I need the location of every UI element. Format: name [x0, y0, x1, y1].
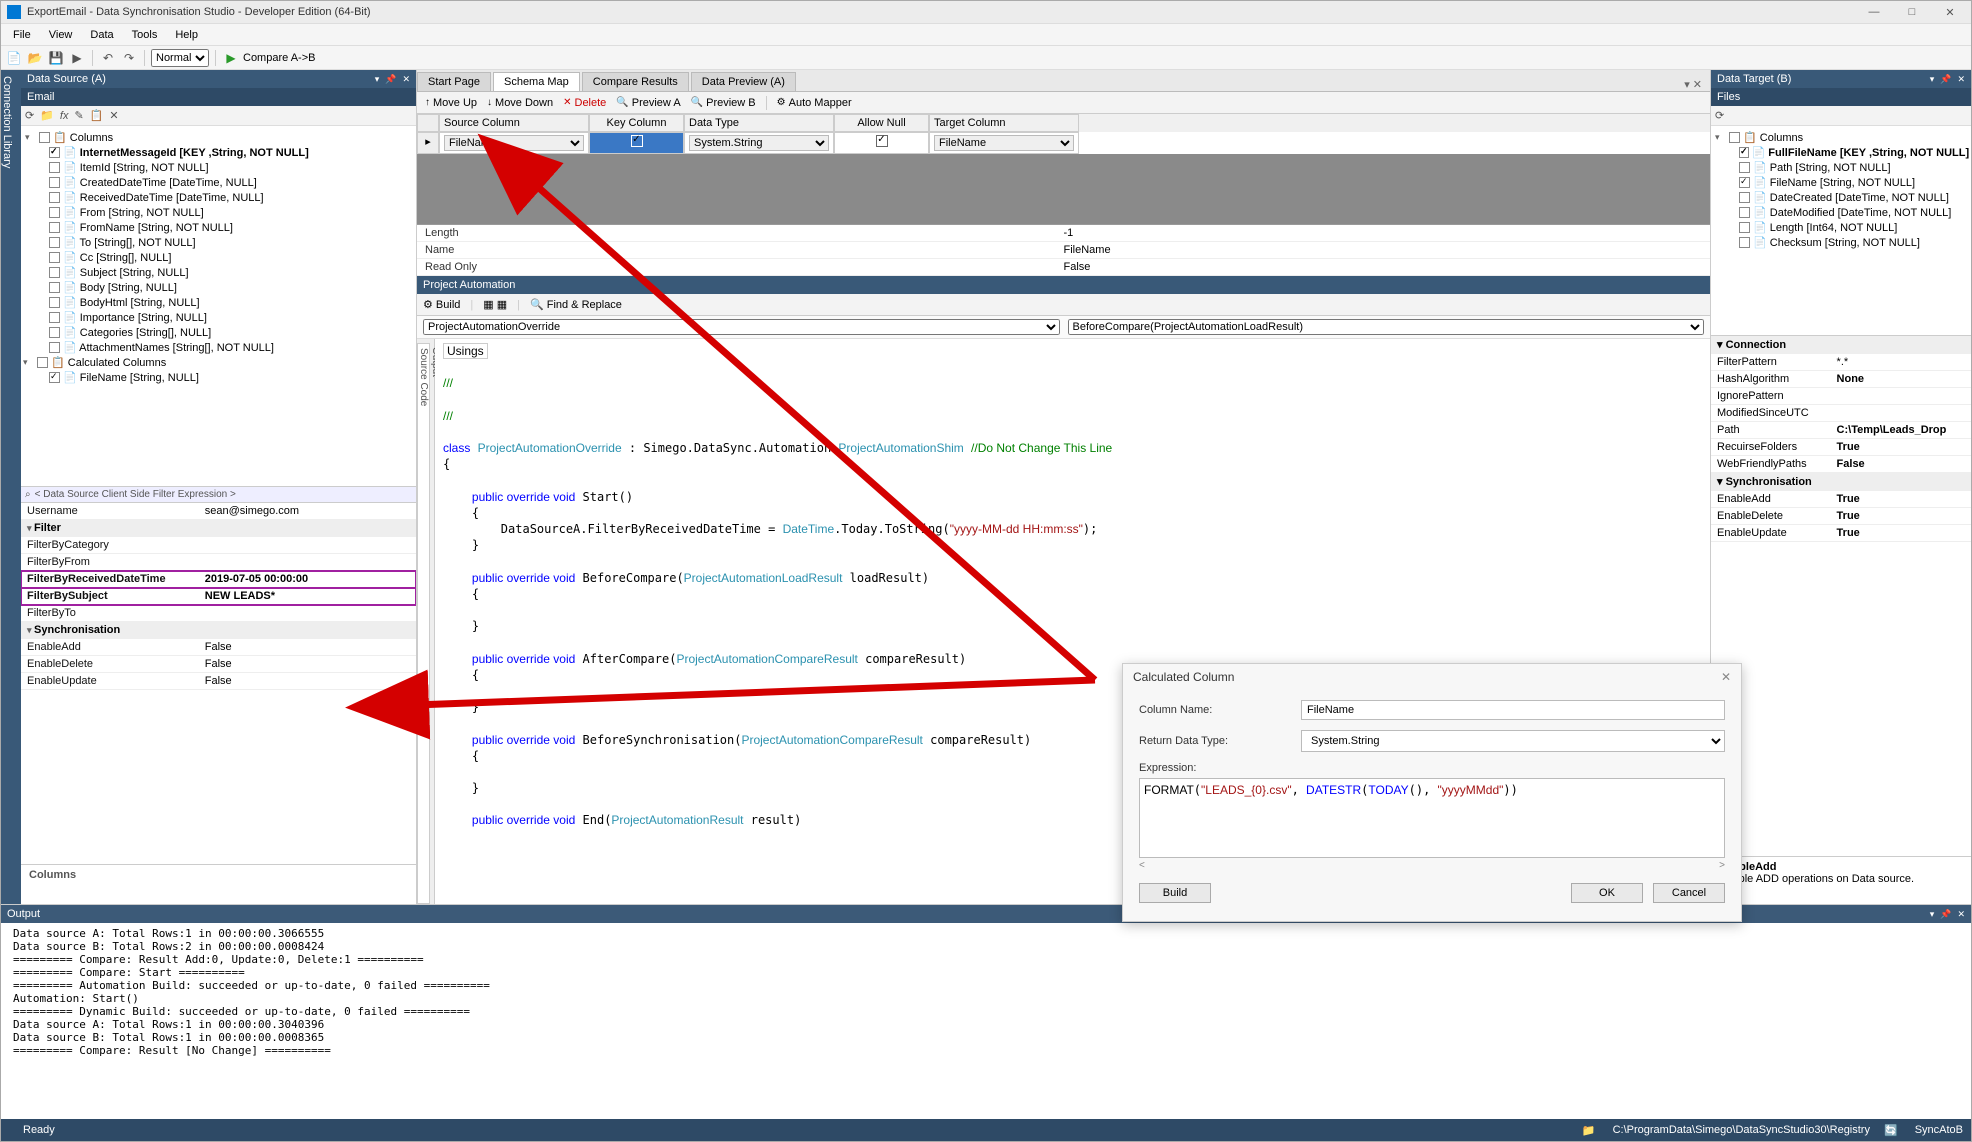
email-subheader: Email: [21, 88, 416, 106]
fx-icon[interactable]: fx: [60, 110, 69, 122]
panel-close-icon[interactable]: ✕: [402, 74, 410, 85]
delete-icon[interactable]: ✕: [109, 109, 118, 122]
target-column-select[interactable]: FileName: [934, 135, 1074, 151]
return-type-label: Return Data Type:: [1139, 735, 1289, 747]
schema-action-bar: ↑Move Up ↓Move Down ✕Delete 🔍Preview A 🔍…: [417, 92, 1710, 114]
output-log[interactable]: Data source A: Total Rows:1 in 00:00:00.…: [1, 923, 1971, 1119]
header-target-column: Target Column: [929, 114, 1079, 132]
expression-label: Expression:: [1139, 762, 1289, 774]
column-name-input[interactable]: [1301, 700, 1725, 720]
action-preview-b[interactable]: 🔍Preview B: [691, 97, 756, 109]
main-toolbar: 📄 📂 💾 ▶ ↶ ↷ Normal ▶ Compare A->B: [1, 46, 1971, 70]
maximize-button[interactable]: □: [1897, 6, 1927, 19]
tabs-dropdown-icon[interactable]: ▾ ✕: [1676, 78, 1710, 91]
connection-description: EnableAdd Enable ADD operations on Data …: [1711, 856, 1971, 904]
menu-help[interactable]: Help: [167, 27, 206, 43]
status-sync: 🔄 SyncAtoB: [1884, 1124, 1963, 1137]
pa-build-button[interactable]: ⚙ Build: [423, 298, 460, 311]
project-automation-header: Project Automation: [417, 276, 1710, 294]
code-tabs[interactable]: Source Code Output: [417, 339, 435, 904]
copy-icon[interactable]: 📋: [90, 109, 104, 122]
header-allow-null: Allow Null: [834, 114, 929, 132]
pa-toolbar: ⚙ Build | ▦ ▦ | 🔍 Find & Replace: [417, 294, 1710, 316]
sidebar-tab-connection-library[interactable]: Connection Library: [1, 70, 21, 904]
action-move-up[interactable]: ↑Move Up: [425, 97, 477, 109]
data-target-b-header: Data Target (B) ▾📌✕: [1711, 70, 1971, 88]
header-source-column: Source Column: [439, 114, 589, 132]
cancel-button[interactable]: Cancel: [1653, 883, 1725, 903]
target-columns-tree[interactable]: ▾ 📋 Columns 📄 FullFileName [KEY ,String,…: [1711, 126, 1971, 336]
ok-button[interactable]: OK: [1571, 883, 1643, 903]
filter-expression-bar[interactable]: ⌕ < Data Source Client Side Filter Expre…: [21, 487, 416, 503]
toolbar-new-icon[interactable]: 📄: [5, 49, 23, 67]
menubar: File View Data Tools Help: [1, 24, 1971, 46]
toolbar-open-icon[interactable]: 📂: [26, 49, 44, 67]
tab-schema-map[interactable]: Schema Map: [493, 72, 580, 91]
dialog-close-icon[interactable]: ✕: [1721, 670, 1731, 684]
source-columns-tree[interactable]: ▾ 📋 Columns 📄 InternetMessageId [KEY ,St…: [21, 126, 416, 486]
files-subheader: Files: [1711, 88, 1971, 106]
pa-method-select[interactable]: BeforeCompare(ProjectAutomationLoadResul…: [1068, 319, 1705, 335]
window-title: ExportEmail - Data Synchronisation Studi…: [27, 6, 1859, 18]
close-button[interactable]: ✕: [1935, 6, 1965, 19]
property-grid[interactable]: Usernamesean@simego.comFilterFilterByCat…: [21, 503, 416, 690]
build-button[interactable]: Build: [1139, 883, 1211, 903]
toolbar-mode-select[interactable]: Normal: [151, 49, 209, 67]
refresh-icon[interactable]: ⟳: [1715, 109, 1724, 122]
toolbar-undo-icon[interactable]: ↶: [99, 49, 117, 67]
row-indicator-icon: ▸: [417, 132, 439, 154]
tab-data-preview[interactable]: Data Preview (A): [691, 72, 796, 91]
menu-tools[interactable]: Tools: [124, 27, 166, 43]
calculated-column-dialog: Calculated Column ✕ Column Name: Return …: [1122, 663, 1742, 922]
menu-view[interactable]: View: [41, 27, 81, 43]
action-preview-a[interactable]: 🔍Preview A: [616, 97, 680, 109]
key-column-checkbox[interactable]: [631, 135, 643, 147]
target-mini-toolbar: ⟳: [1711, 106, 1971, 126]
dialog-title: Calculated Column: [1133, 670, 1234, 684]
column-name-label: Column Name:: [1139, 704, 1289, 716]
tab-compare-results[interactable]: Compare Results: [582, 72, 689, 91]
toolbar-save-icon[interactable]: 💾: [47, 49, 65, 67]
app-icon: [7, 5, 21, 19]
minimize-button[interactable]: —: [1859, 6, 1889, 19]
menu-data[interactable]: Data: [82, 27, 121, 43]
tab-start-page[interactable]: Start Page: [417, 72, 491, 91]
titlebar: ExportEmail - Data Synchronisation Studi…: [1, 1, 1971, 24]
toolbar-run-icon[interactable]: ▶: [68, 49, 86, 67]
source-column-select[interactable]: FileName: [444, 135, 584, 151]
panel-dropdown-icon[interactable]: ▾: [375, 74, 380, 85]
status-path: 📁 C:\ProgramData\Simego\DataSyncStudio30…: [1582, 1124, 1870, 1137]
center-tabs: Start Page Schema Map Compare Results Da…: [417, 70, 1710, 92]
panel-pin-icon[interactable]: 📌: [385, 74, 396, 85]
header-data-type: Data Type: [684, 114, 834, 132]
pa-toggle-icon[interactable]: ▦ ▦: [483, 298, 507, 311]
statusbar: Ready 📁 C:\ProgramData\Simego\DataSyncSt…: [1, 1119, 1971, 1141]
connection-properties[interactable]: ▾ ConnectionFilterPattern*.*HashAlgorith…: [1711, 336, 1971, 856]
folder-icon[interactable]: 📁: [40, 109, 54, 122]
column-details: Length-1NameFileNameRead OnlyFalse: [417, 225, 1710, 276]
allow-null-checkbox[interactable]: [876, 135, 888, 147]
header-key-column: Key Column: [589, 114, 684, 132]
pencil-icon[interactable]: ✎: [74, 109, 83, 122]
menu-file[interactable]: File: [5, 27, 39, 43]
action-move-down[interactable]: ↓Move Down: [487, 97, 553, 109]
funnel-icon: ⌕: [25, 489, 31, 500]
status-ready: Ready: [23, 1124, 55, 1136]
pa-find-button[interactable]: 🔍 Find & Replace: [530, 298, 622, 311]
data-source-a-header: Data Source (A) ▾📌✕: [21, 70, 416, 88]
data-type-select[interactable]: System.String: [689, 135, 829, 151]
schema-grid[interactable]: Source Column Key Column Data Type Allow…: [417, 114, 1710, 225]
property-description: Columns: [21, 864, 416, 904]
toolbar-compare-play-icon[interactable]: ▶: [222, 49, 240, 67]
toolbar-compare-label[interactable]: Compare A->B: [243, 52, 315, 64]
action-delete[interactable]: ✕Delete: [563, 97, 606, 109]
action-auto-mapper[interactable]: ⚙Auto Mapper: [777, 97, 852, 109]
toolbar-redo-icon[interactable]: ↷: [120, 49, 138, 67]
source-mini-toolbar: ⟳ 📁 fx ✎ 📋 ✕: [21, 106, 416, 126]
pa-class-select[interactable]: ProjectAutomationOverride: [423, 319, 1060, 335]
refresh-icon[interactable]: ⟳: [25, 109, 34, 122]
expression-input[interactable]: FORMAT("LEADS_{0}.csv", DATESTR(TODAY(),…: [1139, 778, 1725, 858]
return-type-select[interactable]: System.String: [1301, 730, 1725, 752]
